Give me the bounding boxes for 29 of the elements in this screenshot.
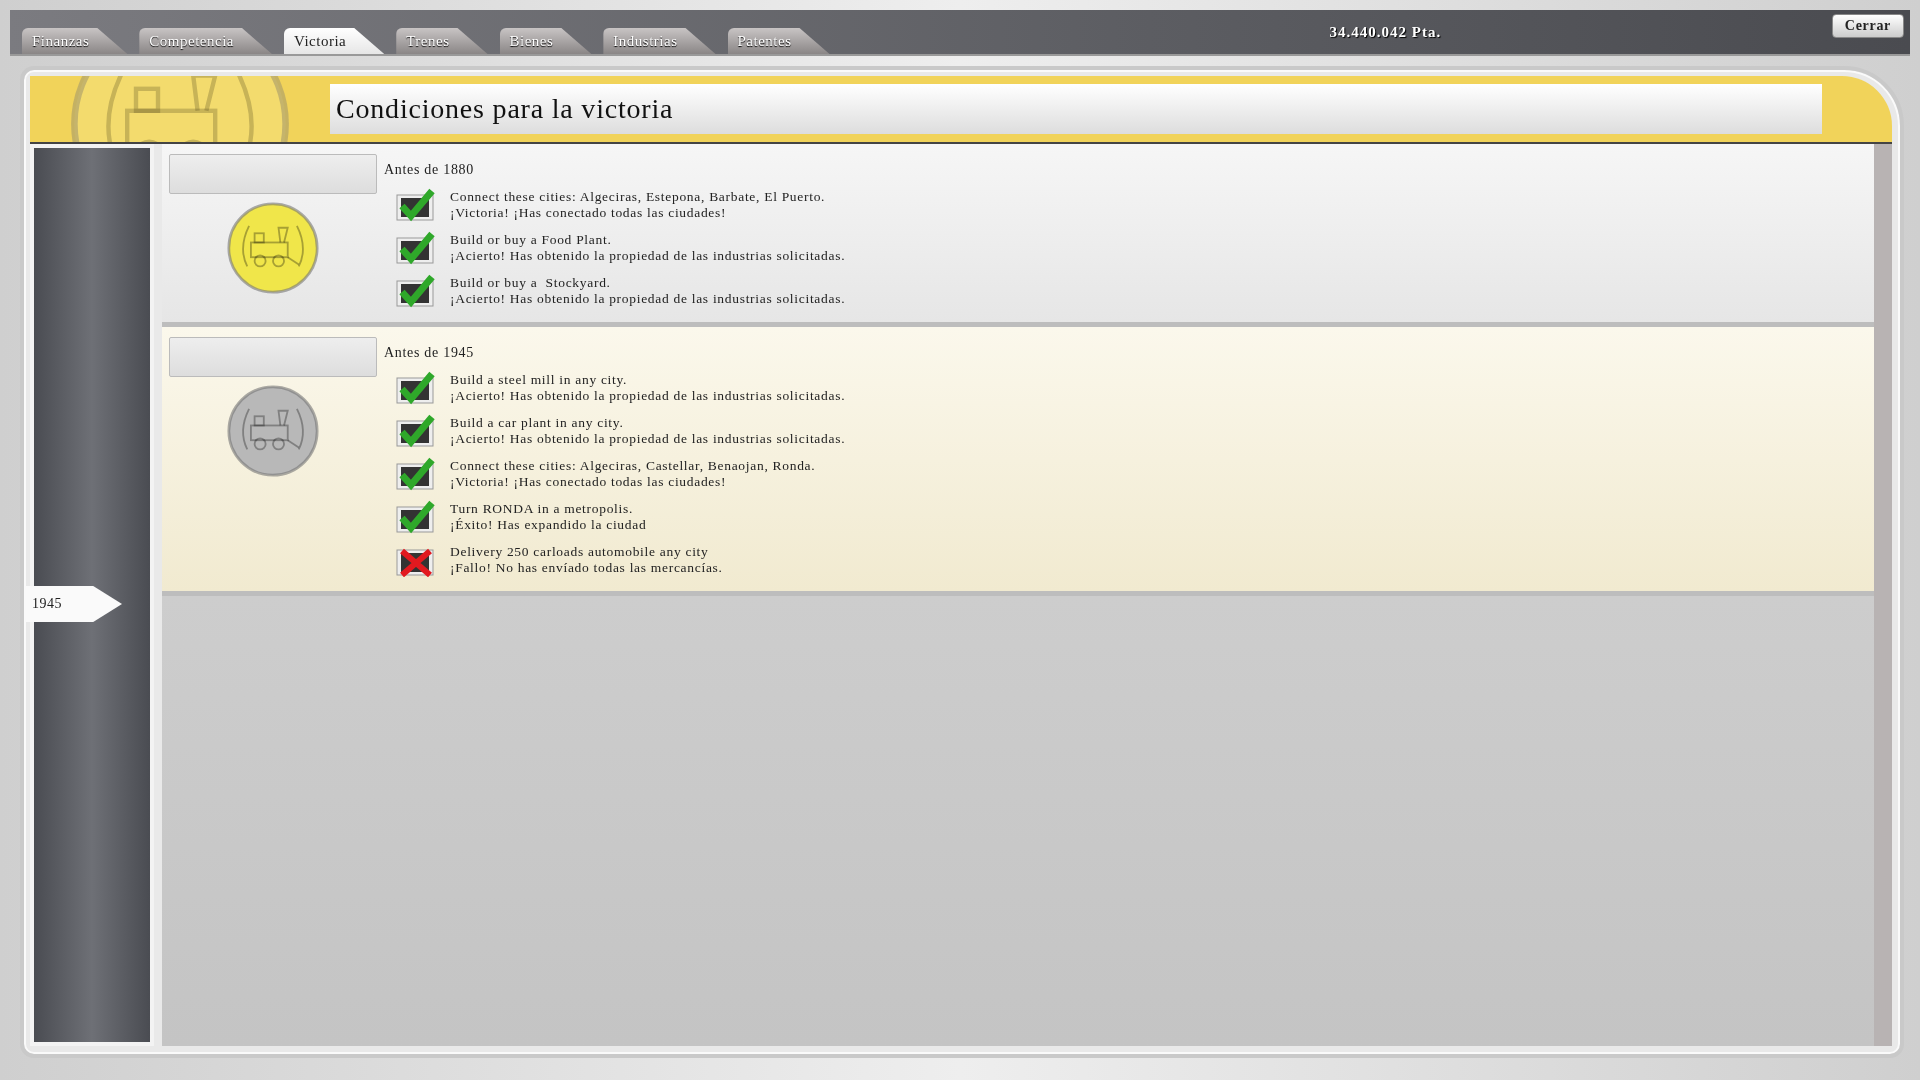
result-text: ¡Acierto! Has obtenido la propiedad de las industrias solicitadas. bbox=[450, 431, 846, 447]
result-text: ¡Acierto! Has obtenido la propiedad de las industrias solicitadas. bbox=[450, 248, 846, 264]
goal-text: Build or buy a Food Plant. bbox=[450, 232, 613, 248]
close-button[interactable]: Cerrar bbox=[1831, 14, 1904, 38]
tab[interactable]: Patentes bbox=[727, 28, 830, 54]
page-title: Condiciones para la victoria bbox=[330, 84, 1822, 134]
tab[interactable]: Industrias bbox=[603, 28, 716, 54]
result-text: ¡Éxito! Has expandido la ciudad bbox=[450, 517, 647, 533]
goal-text: Connect these cities: Algeciras, Estepona, Barbate, El Puerto. bbox=[450, 189, 826, 205]
timeline-marker[interactable]: 1945 bbox=[26, 586, 122, 622]
result-text: ¡Acierto! Has obtenido la propiedad de las industrias solicitadas. bbox=[450, 291, 846, 307]
goal-text: Build a car plant in any city. bbox=[450, 415, 625, 431]
result-text: ¡Victoria! ¡Has conectado todas las ciudades! bbox=[450, 205, 728, 221]
goal-text: Turn RONDA in a metropolis. bbox=[450, 501, 635, 517]
tab[interactable]: Trenes bbox=[396, 28, 488, 54]
result-text: ¡Acierto! Has obtenido la propiedad de las industrias solicitadas. bbox=[450, 388, 846, 404]
money-balance: 34.440.042 Pta. bbox=[1329, 23, 1442, 41]
section-heading: Antes de 1945 bbox=[384, 345, 475, 361]
tab[interactable]: Bienes bbox=[499, 28, 592, 54]
goal-text: Build or buy a Stockyard. bbox=[450, 275, 612, 291]
result-text: ¡Fallo! No has envíado todas las mercancías. bbox=[450, 560, 723, 576]
tab[interactable]: Victoria bbox=[283, 28, 385, 54]
goal-text: Delivery 250 carloads automobile any city bbox=[450, 544, 710, 560]
tab[interactable]: Competencia bbox=[139, 28, 272, 54]
goal-text: Connect these cities: Algeciras, Castellar, Benaojan, Ronda. bbox=[450, 458, 816, 474]
tab[interactable]: Finanzas bbox=[22, 28, 128, 54]
goal-text: Build a steel mill in any city. bbox=[450, 372, 629, 388]
section-heading: Antes de 1880 bbox=[384, 162, 475, 178]
result-text: ¡Victoria! ¡Has conectado todas las ciudades! bbox=[450, 474, 728, 490]
